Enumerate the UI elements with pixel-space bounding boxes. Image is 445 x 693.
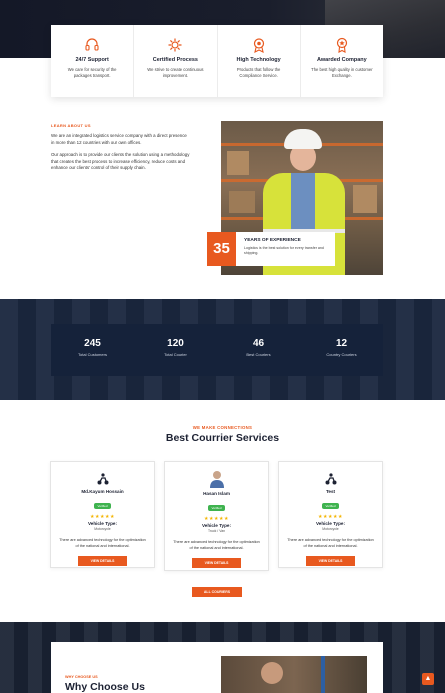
- scooter-icon: [325, 473, 336, 485]
- feature-text: The best high quality in customer Exchan…: [311, 67, 373, 78]
- stat-value: 46: [252, 338, 265, 349]
- courier-card: Hasan Islam Verified ★★★★★ Vehicle Type:…: [164, 461, 269, 571]
- services-kicker: WE MAKE CONNECTIONS: [192, 425, 253, 430]
- feature-technology: High Technology Products that follow the…: [218, 25, 301, 97]
- about-paragraph: We are an integrated logistics service c…: [51, 133, 187, 145]
- verified-badge: Verified: [94, 503, 111, 509]
- stat-value: 12: [335, 338, 348, 349]
- stat-label: Total Customers: [78, 352, 107, 357]
- stat-label: Best Couriers: [246, 352, 271, 357]
- why-kicker: WHY CHOOSE US: [65, 675, 98, 679]
- courier-card: Md.Kayum Hossain Verified ★★★★★ Vehicle …: [50, 461, 155, 568]
- feature-text: We care for security of the packages tra…: [67, 67, 117, 78]
- features-card: 24/7 Support We care for security of the…: [51, 25, 383, 97]
- stats-card: 245 Total Customers 120 Total Courier 46…: [51, 324, 383, 376]
- courier-description: There are advanced technology for the op…: [173, 540, 260, 550]
- warehouse-box: [229, 191, 255, 213]
- tech-badge-icon: [253, 38, 264, 53]
- vehicle-type-value: Motorcycle: [94, 527, 111, 531]
- warehouse-rack: [321, 656, 325, 693]
- vehicle-type-label: Vehicle Type:: [87, 521, 118, 526]
- why-title: Why Choose Us: [65, 681, 145, 693]
- stat-label: Country Couriers: [326, 352, 357, 357]
- award-medal-icon: [336, 37, 347, 53]
- courier-card: Test Verified ★★★★★ Vehicle Type: Motorc…: [278, 461, 383, 568]
- why-photo: [221, 656, 367, 693]
- feature-text: We strive to create continuous improveme…: [147, 67, 204, 78]
- warehouse-box: [227, 151, 249, 175]
- rating-stars: ★★★★★: [90, 514, 115, 520]
- courier-description: There are advanced technology for the op…: [59, 538, 146, 548]
- about-paragraph: Our approach is to provide our clients t…: [51, 152, 190, 170]
- stat-value: 245: [84, 338, 101, 349]
- feature-title: High Technology: [236, 57, 281, 63]
- stat-label: Total Courier: [164, 352, 187, 357]
- vehicle-type-value: Motorcycle: [322, 527, 339, 531]
- warehouse-box: [353, 185, 377, 213]
- verified-badge: Verified: [322, 503, 339, 509]
- rating-stars: ★★★★★: [318, 514, 343, 520]
- stat-country-couriers: 12 Country Couriers: [300, 324, 383, 376]
- feature-title: Awarded Company: [317, 57, 367, 63]
- courier-name: Md.Kayum Hossain: [81, 489, 124, 494]
- person-icon: [209, 471, 224, 488]
- courier-name: Test: [325, 489, 336, 494]
- experience-card: YEARS OF EXPERIENCE Logistics is the bes…: [236, 232, 335, 266]
- rating-stars: ★★★★★: [204, 516, 229, 522]
- courier-name: Hasan Islam: [203, 491, 230, 496]
- scroll-to-top-button[interactable]: ▲: [422, 673, 434, 685]
- feature-title: Certified Process: [152, 57, 198, 63]
- feature-awarded: Awarded Company The best high quality in…: [301, 25, 383, 97]
- page: 24/7 Support We care for security of the…: [0, 0, 445, 693]
- stat-customers: 245 Total Customers: [51, 324, 134, 376]
- feature-text: Products that follow the Compliance Serv…: [236, 67, 281, 78]
- gear-process-icon: [168, 38, 182, 52]
- vehicle-type-label: Vehicle Type:: [201, 523, 232, 528]
- scooter-icon: [97, 473, 108, 485]
- feature-title: 24/7 Support: [75, 57, 109, 63]
- view-details-button[interactable]: VIEW DETAILS: [192, 558, 241, 568]
- verified-badge: Verified: [208, 505, 225, 511]
- all-couriers-button[interactable]: ALL COURIERS: [192, 587, 242, 597]
- view-details-button[interactable]: VIEW DETAILS: [78, 556, 127, 566]
- feature-support: 24/7 Support We care for security of the…: [51, 25, 135, 97]
- about-kicker: LEARN ABOUT US: [51, 123, 91, 128]
- headset-icon: [85, 38, 99, 51]
- chevron-up-icon: ▲: [424, 675, 432, 682]
- view-details-button[interactable]: VIEW DETAILS: [306, 556, 355, 566]
- vehicle-type-value: Truck / Van: [208, 529, 225, 533]
- services-title: Best Courrier Services: [165, 432, 280, 444]
- stat-courier: 120 Total Courier: [134, 324, 217, 376]
- vehicle-type-label: Vehicle Type:: [315, 521, 346, 526]
- worker-face: [261, 662, 283, 684]
- experience-text: Logistics is the best solution for every…: [244, 246, 324, 255]
- stat-best-couriers: 46 Best Couriers: [217, 324, 300, 376]
- hard-hat: [284, 129, 322, 149]
- worker-shirt: [291, 173, 315, 233]
- stat-value: 120: [167, 338, 184, 349]
- experience-number: 35: [207, 232, 236, 266]
- feature-certified: Certified Process We strive to create co…: [134, 25, 218, 97]
- experience-title: YEARS OF EXPERIENCE: [244, 238, 301, 243]
- courier-description: There are advanced technology for the op…: [287, 538, 374, 548]
